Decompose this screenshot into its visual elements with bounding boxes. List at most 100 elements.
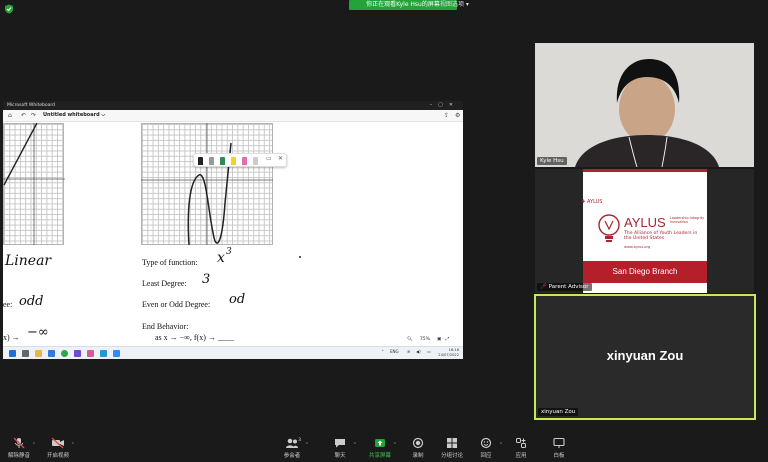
whiteboard-app-icon[interactable] xyxy=(100,350,107,357)
undo-icon[interactable]: ↶ xyxy=(21,112,26,119)
search-icon[interactable] xyxy=(22,350,29,357)
lightbulb-icon xyxy=(598,214,620,242)
record-label: 录制 xyxy=(412,453,424,459)
reactions-icon xyxy=(480,437,492,449)
security-shield-icon[interactable] xyxy=(4,4,14,14)
window-title: Microsoft Whiteboard xyxy=(7,103,55,108)
whiteboard-canvas[interactable]: ▷ ✎ ⊕ ▭ ✕ Linear xyxy=(3,122,463,346)
left-graph-line xyxy=(3,123,65,245)
view-options-button[interactable]: 视图选项 ▾ xyxy=(440,0,469,10)
participant-name-tag: 🎤︎ Parent Advisor xyxy=(537,283,592,291)
highlighter-icon[interactable] xyxy=(231,157,236,165)
apps-icon xyxy=(516,438,526,448)
breakout-rooms-button[interactable]: 分组讨论 xyxy=(435,437,469,459)
participant-name: Parent Advisor xyxy=(548,284,589,290)
even-odd-value: od xyxy=(229,292,246,307)
start-video-label: 开启视频 xyxy=(46,453,69,459)
clock-date: 24/07/2022 xyxy=(438,353,459,357)
breakout-rooms-label: 分组讨论 xyxy=(440,453,463,459)
chrome-icon[interactable] xyxy=(61,350,68,357)
video-options-caret[interactable]: ⌃ xyxy=(71,442,75,448)
app-icon[interactable] xyxy=(87,350,94,357)
participants-caret[interactable]: ⌃ xyxy=(305,442,309,448)
even-odd-label: Even or Odd Degree: xyxy=(142,300,211,309)
window-controls[interactable]: –▢✕ xyxy=(430,101,459,110)
aylus-top-bar xyxy=(583,169,707,172)
zoom-app-icon[interactable] xyxy=(113,350,120,357)
participant-big-name: xinyuan Zou xyxy=(606,348,684,363)
fullscreen-icon[interactable]: ⤢ xyxy=(446,337,450,342)
aylus-bullet-icon: ✚ xyxy=(581,199,586,205)
apps-label: 应用 xyxy=(515,453,527,459)
chat-label: 聊天 xyxy=(334,453,346,459)
aylus-subtitle: The Alliance of Youth Leaders in the Uni… xyxy=(624,231,698,242)
close-tray-icon[interactable]: ✕ xyxy=(278,155,283,162)
participant-tile-aylus[interactable]: ✚ AYLUS AYLUS Leadership Integrity Innov… xyxy=(535,169,754,293)
redo-icon[interactable]: ↷ xyxy=(31,112,36,119)
unmute-label: 解除静音 xyxy=(7,453,30,459)
windows-start-icon[interactable] xyxy=(9,350,16,357)
share-screen-button[interactable]: 共享屏幕 ⌃ xyxy=(363,437,397,459)
least-degree-label: Least Degree: xyxy=(142,279,187,288)
video-off-icon xyxy=(51,437,64,449)
cubic-graph-curve xyxy=(141,123,273,245)
home-icon[interactable]: ⌂ xyxy=(8,112,12,119)
apps-button[interactable]: 应用 xyxy=(504,437,538,459)
type-of-function-exponent: 3 xyxy=(226,247,232,257)
share-icon[interactable]: ⇪ xyxy=(444,112,449,119)
type-of-function-label: Type of function: xyxy=(142,258,198,267)
whiteboard-icon xyxy=(553,437,565,448)
chat-caret[interactable]: ⌃ xyxy=(353,442,357,448)
gray-pen-icon[interactable] xyxy=(209,157,214,165)
battery-icon[interactable]: ▭ xyxy=(427,349,431,354)
whiteboard-button[interactable]: 白板 xyxy=(542,437,576,459)
whiteboard-label: 白板 xyxy=(553,453,565,459)
participants-count: 3 xyxy=(298,438,301,443)
mic-options-caret[interactable]: ⌃ xyxy=(32,442,36,448)
zoom-out-icon[interactable]: 🔍︎ xyxy=(407,337,413,342)
taskbar-clock[interactable]: 16:18 24/07/2022 xyxy=(438,348,459,358)
eraser-icon[interactable] xyxy=(253,157,258,165)
tray-chevron-icon[interactable]: ⌃ xyxy=(381,349,384,354)
window-titlebar: Microsoft Whiteboard –▢✕ xyxy=(3,101,463,110)
pink-pen-icon[interactable] xyxy=(242,157,247,165)
volume-icon[interactable]: ◀) xyxy=(416,349,421,354)
settings-gear-icon[interactable]: ⚙ xyxy=(455,112,460,119)
participants-icon xyxy=(286,438,298,448)
shared-screen-whiteboard[interactable]: Microsoft Whiteboard –▢✕ ⌂ ↶ ↷ Untitled … xyxy=(3,101,463,359)
start-video-button[interactable]: 开启视频 ⌃ xyxy=(41,437,75,459)
pen-tray[interactable]: ▭ ✕ xyxy=(193,153,287,167)
black-pen-icon[interactable] xyxy=(198,157,203,165)
reactions-caret[interactable]: ⌃ xyxy=(499,442,503,448)
green-pen-icon[interactable] xyxy=(220,157,225,165)
participants-button[interactable]: 参会者 3 ⌃ xyxy=(275,437,309,459)
participant-tile-video[interactable]: Kyle Hsu xyxy=(535,43,754,167)
participant-name-tag: xinyuan Zou xyxy=(538,408,579,416)
unmute-button[interactable]: 解除静音 ⌃ xyxy=(2,437,36,459)
reactions-button[interactable]: 回应 ⌃ xyxy=(469,437,503,459)
participant-video-feed xyxy=(535,43,754,167)
aylus-small-label: AYLUS xyxy=(587,199,603,205)
least-degree-value: 3 xyxy=(202,272,211,287)
record-button[interactable]: 录制 xyxy=(401,437,435,459)
edge-icon[interactable] xyxy=(48,350,55,357)
zoom-control[interactable]: 🔍︎ 75% ▣ ⤢ xyxy=(407,336,449,342)
chat-icon xyxy=(335,439,345,448)
document-title[interactable]: Untitled whiteboard ⌵ xyxy=(43,112,105,118)
record-icon xyxy=(412,437,424,449)
muted-mic-icon: 🎤︎ xyxy=(540,284,547,290)
left-end-behavior: x) → xyxy=(3,333,20,342)
fit-icon[interactable]: ▣ xyxy=(437,337,441,342)
share-caret[interactable]: ⌃ xyxy=(393,442,397,448)
ruler-icon[interactable]: ▭ xyxy=(266,155,272,162)
muted-mic-icon xyxy=(13,437,25,449)
left-parity-value: odd xyxy=(19,294,44,309)
end-behavior-label: End Behavior: xyxy=(142,322,189,331)
file-explorer-icon[interactable] xyxy=(35,350,42,357)
wifi-icon[interactable]: ≋ xyxy=(407,349,410,354)
participant-tile-active[interactable]: xinyuan Zou xinyuan Zou xyxy=(534,294,756,420)
chat-button[interactable]: 聊天 ⌃ xyxy=(323,437,357,459)
teams-icon[interactable] xyxy=(74,350,81,357)
lang-indicator[interactable]: ENG xyxy=(390,349,399,354)
participant-name-tag: Kyle Hsu xyxy=(537,157,567,165)
